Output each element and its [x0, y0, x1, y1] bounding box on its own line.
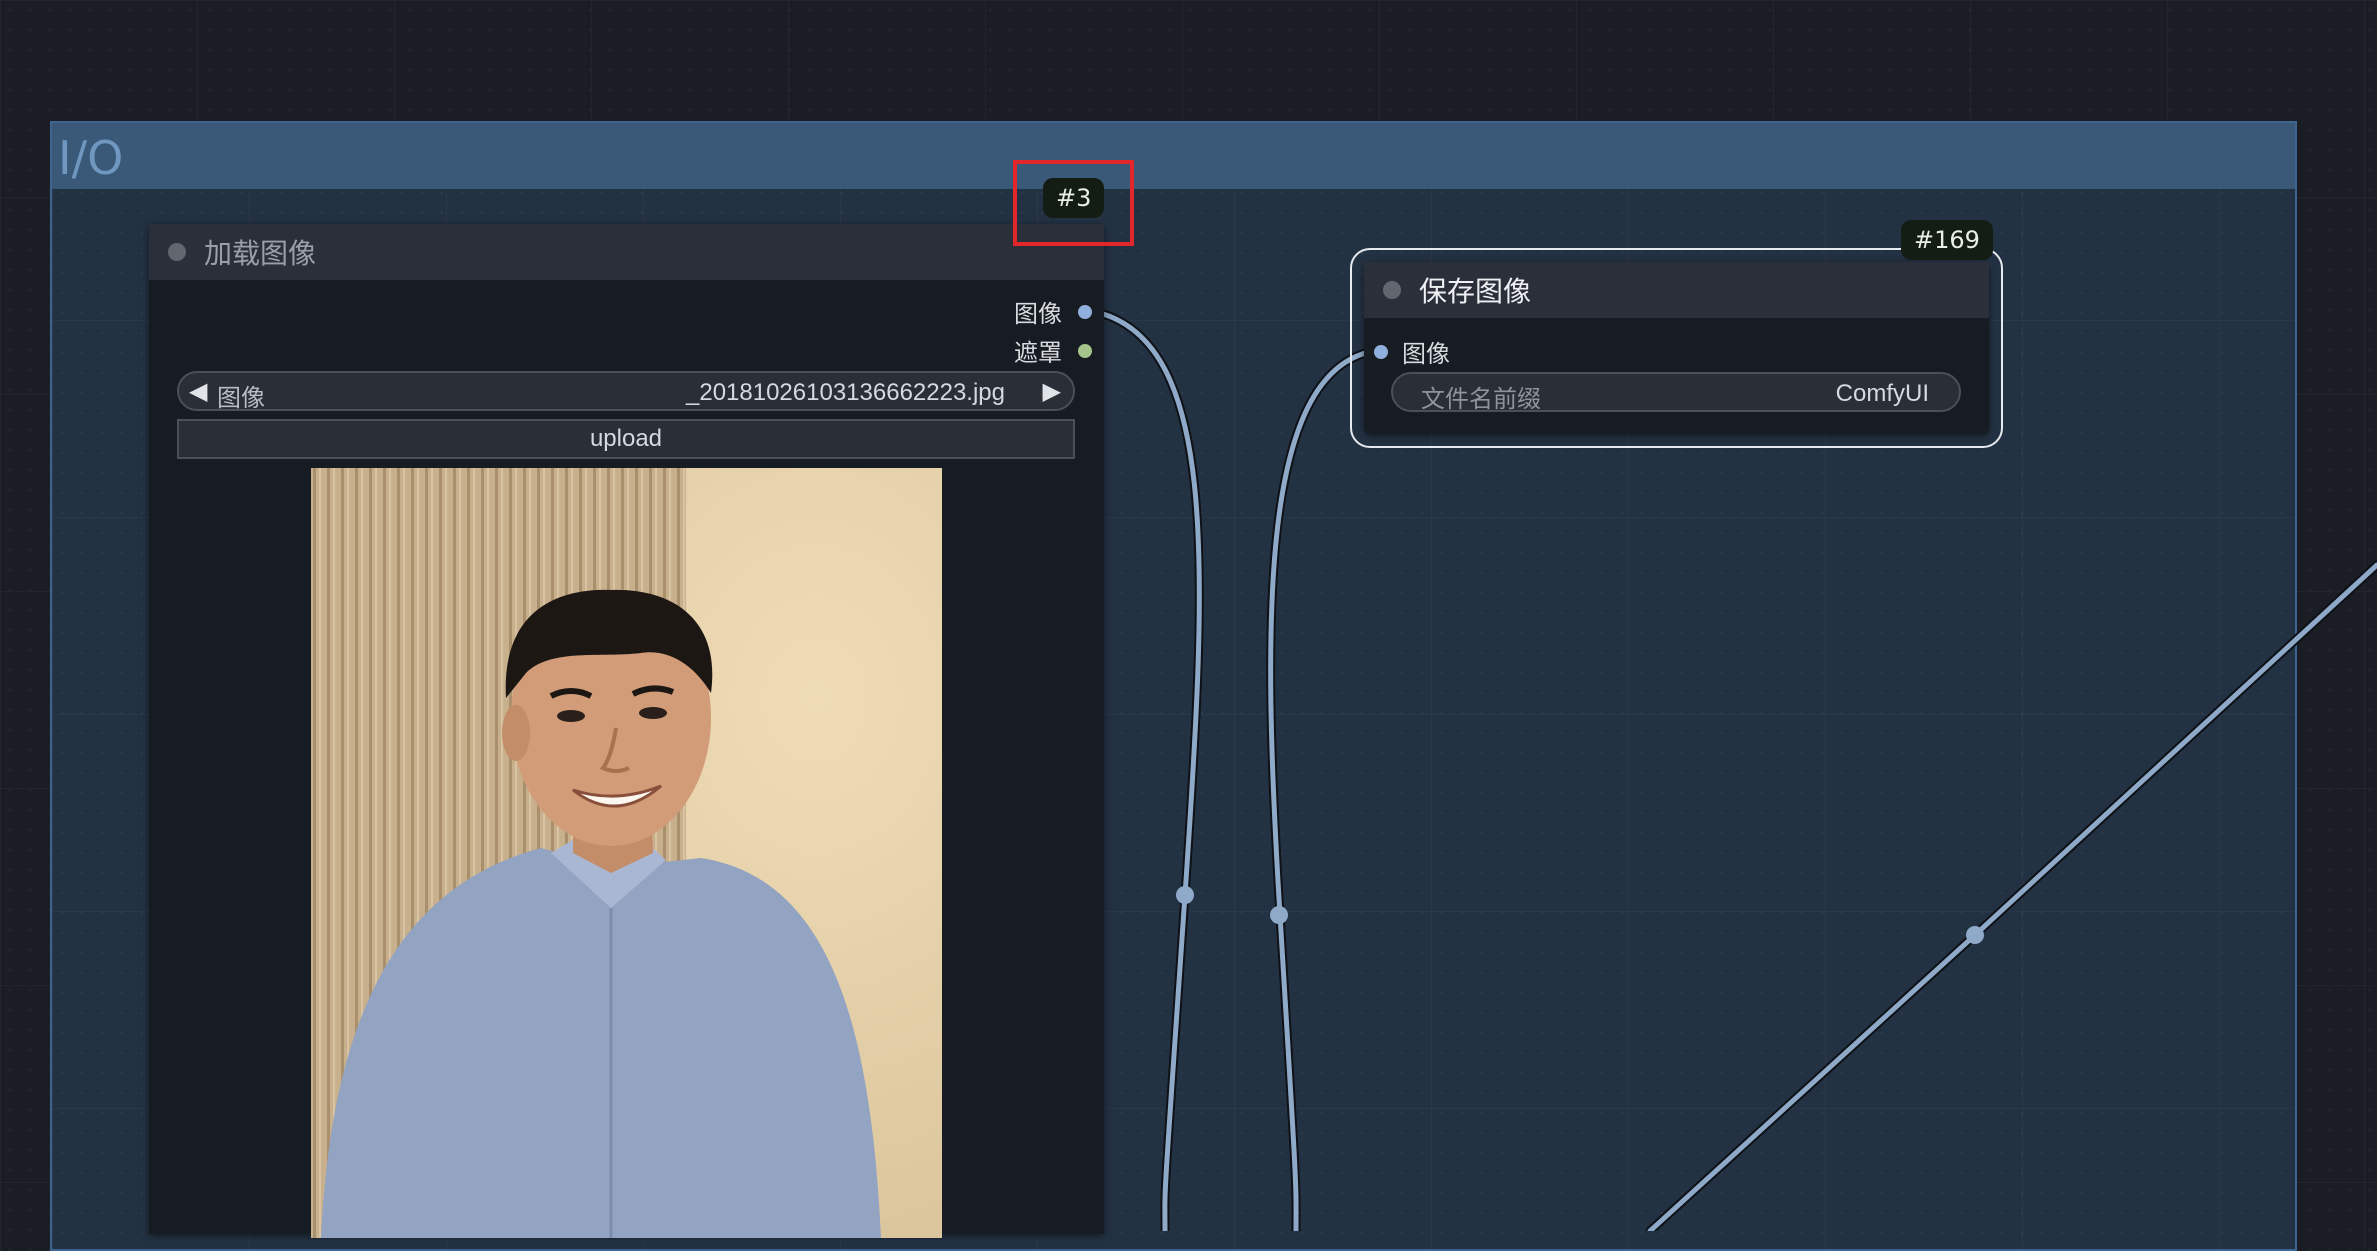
node-title: 保存图像	[1419, 275, 1532, 308]
output-slot-mask[interactable]: 遮罩	[1014, 333, 1092, 368]
image-combo-widget[interactable]: ◀ 图像 _20181026103136662223.jpg ▶	[177, 371, 1075, 412]
collapse-dot-icon[interactable]	[168, 243, 186, 261]
input-slot-image[interactable]: 图像	[1374, 334, 1450, 369]
widget-value: _20181026103136662223.jpg	[686, 379, 1005, 406]
right-arrow-icon[interactable]: ▶	[1043, 377, 1061, 406]
filename-prefix-widget[interactable]: 文件名前缀 ComfyUI	[1391, 372, 1961, 413]
save-image-node-header[interactable]: 保存图像	[1364, 262, 1989, 318]
upload-button[interactable]: upload	[177, 419, 1075, 459]
left-arrow-icon[interactable]: ◀	[189, 377, 207, 406]
collapse-dot-icon[interactable]	[1383, 281, 1401, 299]
image-preview	[311, 468, 942, 1238]
input-label: 图像	[1402, 340, 1450, 368]
save-image-node[interactable]: 保存图像 图像 文件名前缀 ComfyUI	[1364, 262, 1989, 434]
load-image-node[interactable]: 加载图像 图像 遮罩 ◀ 图像 _20181026103136662223.jp…	[149, 224, 1104, 1238]
output-slot-image[interactable]: 图像	[1014, 294, 1092, 329]
highlight-box	[1013, 160, 1134, 246]
node-id-badge: #169	[1901, 220, 1993, 260]
group-title: I/O	[58, 131, 124, 185]
output-label: 遮罩	[1014, 339, 1062, 367]
output-dot-icon[interactable]	[1078, 343, 1092, 358]
group-header[interactable]: I/O	[52, 123, 2295, 189]
upload-label: upload	[589, 425, 663, 452]
output-label: 图像	[1014, 300, 1062, 328]
widget-label: 图像	[217, 384, 265, 412]
widget-label: 文件名前缀	[1421, 385, 1541, 413]
input-dot-icon[interactable]	[1374, 344, 1388, 359]
node-title: 加载图像	[204, 237, 317, 270]
load-image-node-header[interactable]: 加载图像	[149, 224, 1104, 280]
widget-value: ComfyUI	[1835, 380, 1929, 407]
output-dot-icon[interactable]	[1078, 304, 1092, 319]
